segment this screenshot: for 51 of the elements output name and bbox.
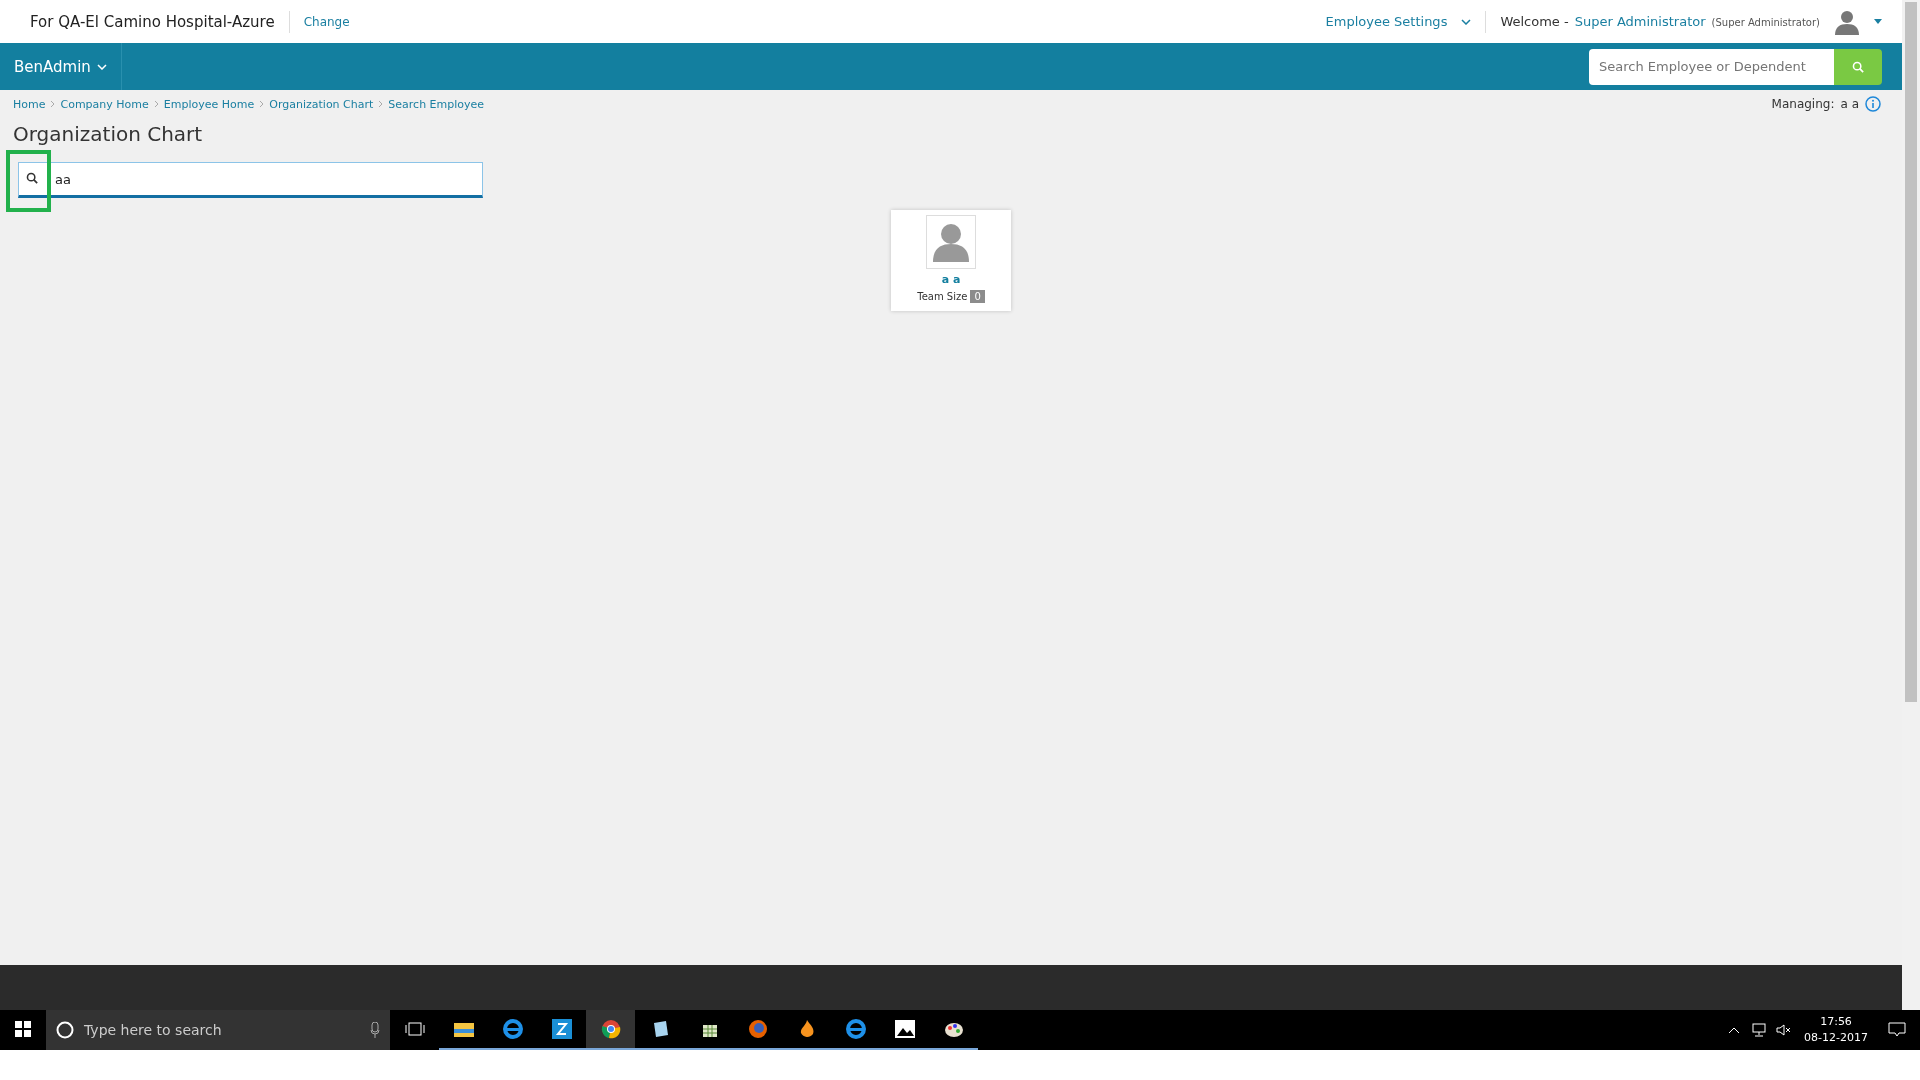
organization-name: For QA-El Camino Hospital-Azure [30, 12, 275, 31]
team-size-label: Team Size [917, 291, 968, 302]
scrollbar[interactable] [1902, 0, 1920, 1010]
folder-icon [453, 1021, 474, 1037]
chevron-right-icon [378, 100, 384, 108]
managing-value: a a [1840, 97, 1859, 111]
network-icon[interactable] [1750, 1023, 1767, 1037]
chevron-right-icon [153, 100, 159, 108]
windows-icon [15, 1021, 31, 1037]
employee-search-field[interactable]: Search Employee or Dependent [1589, 48, 1834, 85]
chart-search-field[interactable]: aa [18, 162, 483, 198]
task-view-icon [404, 1022, 425, 1036]
taskbar-search-placeholder: Type here to search [84, 1022, 223, 1038]
chevron-down-icon [96, 63, 107, 70]
user-name-link[interactable]: Super Administrator [1574, 14, 1706, 29]
info-icon[interactable] [1865, 96, 1881, 112]
person-icon [932, 222, 970, 262]
search-button[interactable] [1834, 48, 1882, 85]
page-title: Organization Chart [13, 122, 204, 146]
breadcrumb-link[interactable]: Search Employee [388, 97, 485, 111]
chevron-down-icon [1461, 18, 1472, 25]
managing-label: Managing: [1771, 97, 1835, 111]
photos-icon [894, 1020, 915, 1038]
microphone-icon [370, 1022, 380, 1038]
user-role: (Super Administrator) [1711, 17, 1820, 28]
employee-card[interactable]: a a Team Size 0 [891, 210, 1011, 311]
taskbar-clock[interactable]: 17:56 08-12-2017 [1804, 1014, 1868, 1046]
fox-globe-icon [747, 1019, 768, 1039]
zip-app-icon [551, 1019, 572, 1039]
circle-icon [56, 1021, 74, 1039]
caret-down-icon[interactable] [1874, 19, 1882, 24]
search-icon [26, 172, 38, 184]
breadcrumb-link[interactable]: Company Home [60, 97, 149, 111]
change-link[interactable]: Change [303, 14, 350, 29]
notification-icon[interactable] [1888, 1022, 1906, 1038]
breadcrumb-link[interactable]: Home [13, 97, 46, 111]
breadcrumb-link[interactable]: Organization Chart [269, 97, 374, 111]
chevron-right-icon [50, 100, 56, 108]
search-icon [1852, 60, 1864, 73]
chevron-up-icon[interactable] [1728, 1026, 1741, 1034]
speaker-muted-icon[interactable] [1776, 1024, 1793, 1036]
taskbar-app[interactable] [586, 1010, 635, 1050]
breadcrumb-link[interactable]: Employee Home [163, 97, 255, 111]
team-size-count: 0 [970, 290, 985, 303]
employee-name[interactable]: a a [941, 273, 961, 286]
browser-icon [600, 1019, 621, 1039]
taskbar-search-field[interactable]: Type here to search [46, 1010, 390, 1050]
user-avatar-icon[interactable] [1834, 8, 1860, 35]
chevron-right-icon [259, 100, 265, 108]
employee-settings-menu[interactable]: Employee Settings [1325, 14, 1448, 29]
welcome-text: Welcome - [1500, 14, 1569, 29]
